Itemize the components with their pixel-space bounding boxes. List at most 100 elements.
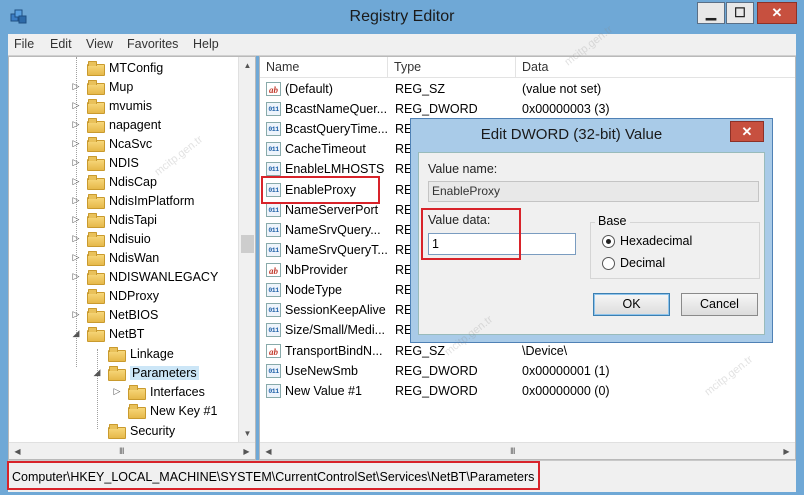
expand-arrow-icon[interactable]: ▷ xyxy=(71,252,81,263)
tree-item-napagent[interactable]: ▷ napagent xyxy=(71,115,161,134)
string-value-icon: ab xyxy=(266,263,281,278)
scroll-right-icon[interactable]: ▶ xyxy=(778,443,795,459)
tree-horizontal-scrollbar[interactable]: ◀ III ▶ xyxy=(9,442,255,459)
column-header-type[interactable]: Type xyxy=(388,57,516,78)
ok-button[interactable]: OK xyxy=(593,293,670,316)
value-name-field: EnableProxy xyxy=(428,181,759,202)
binary-value-icon: 011 xyxy=(266,142,281,157)
string-value-icon: ab xyxy=(266,344,281,359)
folder-icon xyxy=(87,99,105,114)
tree-item-ndis[interactable]: ▷ NDIS xyxy=(71,153,139,172)
expand-arrow-icon[interactable]: ▷ xyxy=(71,157,81,168)
tree-item-new-key-1[interactable]: New Key #1 xyxy=(112,401,217,420)
scroll-grip-icon[interactable]: III xyxy=(510,446,515,456)
value-row[interactable]: ab TransportBindN... REG_SZ \Device\ xyxy=(260,341,795,361)
binary-value-icon: 011 xyxy=(266,162,281,177)
scroll-left-icon[interactable]: ◀ xyxy=(9,443,26,459)
expand-arrow-icon[interactable]: ▷ xyxy=(71,309,81,320)
scroll-up-icon[interactable]: ▲ xyxy=(239,57,255,74)
folder-icon xyxy=(128,385,146,400)
folder-open-icon xyxy=(87,327,105,342)
expand-arrow-icon[interactable]: ▷ xyxy=(71,100,81,111)
expand-arrow-icon[interactable]: ▷ xyxy=(71,233,81,244)
expand-arrow-icon[interactable]: ▷ xyxy=(71,271,81,282)
expand-arrow-icon[interactable]: ▷ xyxy=(71,176,81,187)
folder-icon xyxy=(87,289,105,304)
scroll-grip-icon[interactable]: III xyxy=(119,446,124,456)
tree-item-mtconfig[interactable]: MTConfig xyxy=(71,58,163,77)
dialog-title: Edit DWORD (32-bit) Value xyxy=(480,126,663,143)
menu-edit[interactable]: Edit xyxy=(50,37,72,51)
tree-item-ndisimplatform[interactable]: ▷ NdisImPlatform xyxy=(71,191,194,210)
value-row[interactable]: 011 New Value #1 REG_DWORD 0x00000000 (0) xyxy=(260,381,795,401)
menu-help[interactable]: Help xyxy=(193,37,219,51)
scroll-down-icon[interactable]: ▼ xyxy=(239,425,255,442)
maximize-button[interactable]: ☐ xyxy=(726,2,754,24)
value-row[interactable]: 011 UseNewSmb REG_DWORD 0x00000001 (1) xyxy=(260,361,795,381)
close-button[interactable]: ✕ xyxy=(757,2,797,24)
key-tree[interactable]: MTConfig ▷ Mup ▷ mvumis ▷ napagent ▷ NcaSvc … xyxy=(8,56,256,460)
scroll-left-icon[interactable]: ◀ xyxy=(260,443,277,459)
scroll-thumb[interactable] xyxy=(241,235,254,253)
tree-item-netbios[interactable]: ▷ NetBIOS xyxy=(71,305,158,324)
tree-item-interfaces[interactable]: ▷ Interfaces xyxy=(112,382,205,401)
tree-item-security[interactable]: Security xyxy=(92,421,175,440)
folder-icon xyxy=(87,251,105,266)
tree-item-parameters[interactable]: ◢ Parameters xyxy=(92,363,199,382)
tree-item-ndiswanlegacy[interactable]: ▷ NDISWANLEGACY xyxy=(71,267,218,286)
base-groupbox xyxy=(590,222,760,279)
scroll-right-icon[interactable]: ▶ xyxy=(238,443,255,459)
close-icon: ✕ xyxy=(771,5,783,20)
folder-icon xyxy=(87,61,105,76)
expand-arrow-icon[interactable]: ▷ xyxy=(71,138,81,149)
tree-item-mup[interactable]: ▷ Mup xyxy=(71,77,133,96)
expand-arrow-icon[interactable]: ▷ xyxy=(71,195,81,206)
value-row[interactable]: 011 BcastNameQuer... REG_DWORD 0x00000003 (… xyxy=(260,99,795,119)
tree-item-linkage[interactable]: Linkage xyxy=(92,344,174,363)
value-row[interactable]: ab (Default) REG_SZ (value not set) xyxy=(260,79,795,99)
minimize-button[interactable]: ▁ xyxy=(697,2,725,24)
tree-item-ncasvc[interactable]: ▷ NcaSvc xyxy=(71,134,152,153)
tree-vertical-scrollbar[interactable]: ▲ ▼ xyxy=(238,57,255,442)
tree-item-ndproxy[interactable]: NDProxy xyxy=(71,286,159,305)
column-header-data[interactable]: Data xyxy=(516,57,795,78)
collapse-arrow-icon[interactable]: ◢ xyxy=(92,367,102,378)
menu-view[interactable]: View xyxy=(86,37,113,51)
expand-arrow-icon[interactable]: ▷ xyxy=(71,81,81,92)
expand-arrow-icon[interactable]: ▷ xyxy=(112,386,122,397)
tree-item-ndiswan[interactable]: ▷ NdisWan xyxy=(71,248,159,267)
expand-arrow-icon[interactable]: ▷ xyxy=(71,214,81,225)
registry-editor-window: Registry Editor ▁ ☐ ✕ File Edit View Fav… xyxy=(0,0,804,495)
value-data-highlight-box xyxy=(421,208,521,260)
cancel-button[interactable]: Cancel xyxy=(681,293,758,316)
enableproxy-highlight-box xyxy=(261,176,380,204)
tree-item-mvumis[interactable]: ▷ mvumis xyxy=(71,96,152,115)
collapse-arrow-icon[interactable]: ◢ xyxy=(71,328,81,339)
menu-file[interactable]: File xyxy=(14,37,34,51)
dialog-close-button[interactable]: ✕ xyxy=(730,121,764,142)
folder-icon xyxy=(87,137,105,152)
string-value-icon: ab xyxy=(266,82,281,97)
value-name-label: Value name: xyxy=(428,162,498,176)
base-label: Base xyxy=(595,214,630,228)
folder-icon xyxy=(108,347,126,362)
tree-item-netbt[interactable]: ◢ NetBT xyxy=(71,324,144,343)
tree-item-ndistapi[interactable]: ▷ NdisTapi xyxy=(71,210,157,229)
tree-item-ndiscap[interactable]: ▷ NdisCap xyxy=(71,172,157,191)
binary-value-icon: 011 xyxy=(266,364,281,379)
radio-hexadecimal[interactable]: Hexadecimal xyxy=(602,234,692,248)
list-horizontal-scrollbar[interactable]: ◀ III ▶ xyxy=(260,442,795,459)
menu-favorites[interactable]: Favorites xyxy=(127,37,178,51)
column-header-name[interactable]: Name xyxy=(260,57,388,78)
binary-value-icon: 011 xyxy=(266,223,281,238)
folder-icon xyxy=(128,404,146,419)
binary-value-icon: 011 xyxy=(266,323,281,338)
radio-decimal[interactable]: Decimal xyxy=(602,256,665,270)
binary-value-icon: 011 xyxy=(266,122,281,137)
window-title: Registry Editor xyxy=(349,8,455,25)
binary-value-icon: 011 xyxy=(266,102,281,117)
tree-item-ndisuio[interactable]: ▷ Ndisuio xyxy=(71,229,151,248)
expand-arrow-icon[interactable]: ▷ xyxy=(71,119,81,130)
folder-open-icon xyxy=(108,366,126,381)
binary-value-icon: 011 xyxy=(266,243,281,258)
